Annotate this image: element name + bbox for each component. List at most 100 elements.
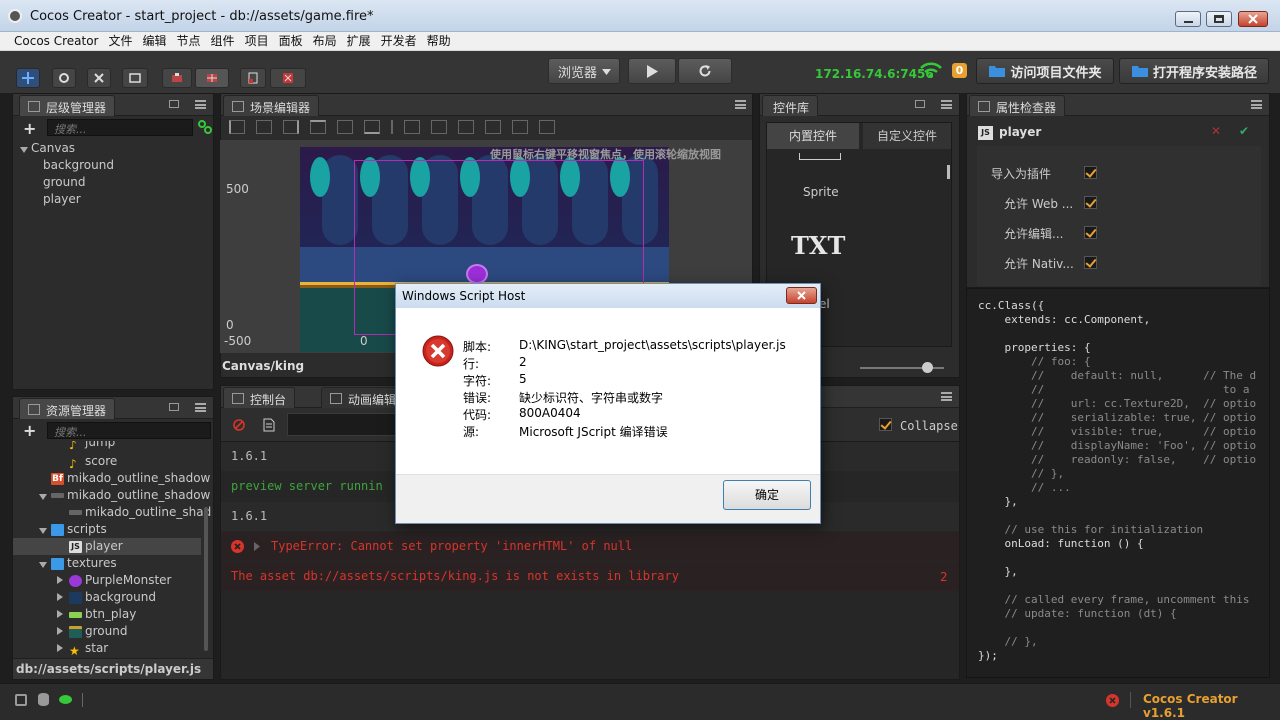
- tab-assets[interactable]: 资源管理器: [19, 398, 116, 419]
- panel-menu-icon[interactable]: [195, 100, 206, 109]
- align-hcenter-icon[interactable]: [256, 120, 272, 134]
- tree-node-background[interactable]: background: [43, 157, 114, 174]
- tree-node-player[interactable]: player: [43, 191, 81, 208]
- asset-mikado-font[interactable]: Bf mikado_outline_shadow: [51, 470, 210, 487]
- tab-hierarchy[interactable]: 层级管理器: [19, 95, 116, 116]
- menu-edit[interactable]: 编辑: [138, 32, 172, 50]
- dialog-close-button[interactable]: [786, 287, 817, 304]
- asset-mikado-texture[interactable]: mikado_outline_shadow: [51, 487, 210, 504]
- preview-ip-address[interactable]: 172.16.74.6:7456: [815, 67, 934, 81]
- apply-icon[interactable]: ✔: [1239, 124, 1249, 138]
- asset-scripts-folder[interactable]: scripts: [51, 521, 107, 538]
- allow-web-checkbox[interactable]: [1084, 196, 1097, 209]
- assets-scrollbar[interactable]: [204, 507, 208, 651]
- error-icon[interactable]: [1106, 694, 1119, 707]
- tab-console[interactable]: 控制台: [223, 387, 296, 408]
- distribute-hcenter-icon[interactable]: [431, 120, 447, 134]
- refresh-button[interactable]: [678, 58, 732, 84]
- tab-scene[interactable]: 场景编辑器: [223, 95, 320, 116]
- clear-console-icon[interactable]: [233, 419, 245, 431]
- tree-node-ground[interactable]: ground: [43, 174, 85, 191]
- hierarchy-search-input[interactable]: 搜索...: [47, 119, 193, 136]
- asset-background[interactable]: background: [69, 589, 156, 606]
- menu-node[interactable]: 节点: [172, 32, 206, 50]
- assets-search-input[interactable]: 搜索...: [47, 422, 211, 439]
- expand-arrow-icon[interactable]: [39, 494, 47, 500]
- console-error-row[interactable]: TypeError: Cannot set property 'innerHTM…: [221, 532, 959, 561]
- menu-project[interactable]: 项目: [240, 32, 274, 50]
- tab-animation[interactable]: 动画编辑: [321, 387, 406, 408]
- expand-arrow-icon[interactable]: [20, 147, 28, 153]
- menu-help[interactable]: 帮助: [422, 32, 456, 50]
- align-right-icon[interactable]: [283, 120, 299, 134]
- align-vcenter-icon[interactable]: [337, 120, 353, 134]
- collapse-arrow-icon[interactable]: [57, 644, 63, 652]
- distribute-top-icon[interactable]: [485, 120, 501, 134]
- play-button[interactable]: [628, 58, 676, 84]
- asset-star[interactable]: ★ star: [69, 640, 108, 657]
- menu-panel[interactable]: 面板: [274, 32, 308, 50]
- asset-ground[interactable]: ground: [69, 623, 127, 640]
- widgets-scrollbar[interactable]: [947, 165, 950, 179]
- align-top-icon[interactable]: [310, 120, 326, 134]
- asset-btn-play[interactable]: btn_play: [69, 606, 136, 623]
- allow-native-checkbox[interactable]: [1084, 256, 1097, 269]
- allow-editor-checkbox[interactable]: [1084, 226, 1097, 239]
- menu-extension[interactable]: 扩展: [342, 32, 376, 50]
- local-global-toggle-button[interactable]: [195, 68, 229, 88]
- open-project-folder-button[interactable]: 访问项目文件夹: [976, 58, 1114, 84]
- distribute-left-icon[interactable]: [404, 120, 420, 134]
- rect-tool-button[interactable]: [122, 68, 148, 88]
- add-asset-button[interactable]: +: [23, 421, 36, 440]
- menu-file[interactable]: 文件: [104, 32, 138, 50]
- eye-icon[interactable]: [59, 695, 72, 704]
- expand-arrow-icon[interactable]: [39, 562, 47, 568]
- open-install-path-button[interactable]: 打开程序安装路径: [1119, 58, 1269, 84]
- console-filter-input[interactable]: [287, 413, 397, 436]
- tab-inspector[interactable]: 属性检查器: [969, 95, 1066, 116]
- panel-menu-icon[interactable]: [941, 100, 952, 109]
- notification-badge[interactable]: 0: [952, 63, 967, 78]
- close-window-button[interactable]: [1238, 11, 1268, 27]
- panel-menu-icon[interactable]: [735, 100, 746, 109]
- widget-label-icon[interactable]: TXT: [791, 231, 845, 260]
- collapse-arrow-icon[interactable]: [57, 576, 63, 584]
- scale-tool-button[interactable]: [87, 68, 111, 88]
- align-left-icon[interactable]: [229, 120, 245, 134]
- database-icon[interactable]: [38, 693, 49, 706]
- distribute-bottom-icon[interactable]: [539, 120, 555, 134]
- snap-toggle-button[interactable]: [270, 68, 306, 88]
- maximize-button[interactable]: [1206, 11, 1232, 27]
- asset-textures-folder[interactable]: textures: [51, 555, 117, 572]
- dialog-ok-button[interactable]: 确定: [723, 480, 811, 510]
- collapse-checkbox[interactable]: [879, 418, 892, 431]
- expand-arrow-icon[interactable]: [39, 528, 47, 534]
- tab-builtin-widgets[interactable]: 内置控件: [767, 123, 859, 149]
- asset-purplemonster[interactable]: PurpleMonster: [69, 572, 171, 589]
- widget-sprite[interactable]: Sprite: [803, 185, 839, 199]
- collapse-arrow-icon[interactable]: [57, 610, 63, 618]
- pivot-toggle-button[interactable]: [162, 68, 192, 88]
- add-node-button[interactable]: +: [23, 119, 36, 138]
- asset-player-script[interactable]: JS player: [69, 538, 123, 555]
- align-bottom-icon[interactable]: [364, 120, 380, 134]
- tree-node-canvas[interactable]: Canvas: [31, 140, 75, 157]
- popout-icon[interactable]: [169, 403, 179, 411]
- collapse-arrow-icon[interactable]: [57, 627, 63, 635]
- revert-icon[interactable]: ✕: [1211, 124, 1221, 138]
- refresh-layout-icon[interactable]: [15, 694, 27, 706]
- panel-menu-icon[interactable]: [941, 392, 952, 401]
- panel-menu-icon[interactable]: [195, 403, 206, 412]
- tab-custom-widgets[interactable]: 自定义控件: [863, 123, 951, 149]
- panel-menu-icon[interactable]: [1251, 100, 1262, 109]
- menu-developer[interactable]: 开发者: [376, 32, 422, 50]
- asset-jump[interactable]: ♪ jump: [69, 441, 115, 452]
- distribute-right-icon[interactable]: [458, 120, 474, 134]
- gizmo-toggle-button[interactable]: [240, 68, 266, 88]
- widget-zoom-handle[interactable]: [922, 362, 933, 373]
- open-log-icon[interactable]: [263, 418, 275, 432]
- import-as-plugin-checkbox[interactable]: [1084, 166, 1097, 179]
- menu-layout[interactable]: 布局: [308, 32, 342, 50]
- popout-icon[interactable]: [169, 100, 179, 108]
- tab-widgets[interactable]: 控件库: [762, 95, 819, 116]
